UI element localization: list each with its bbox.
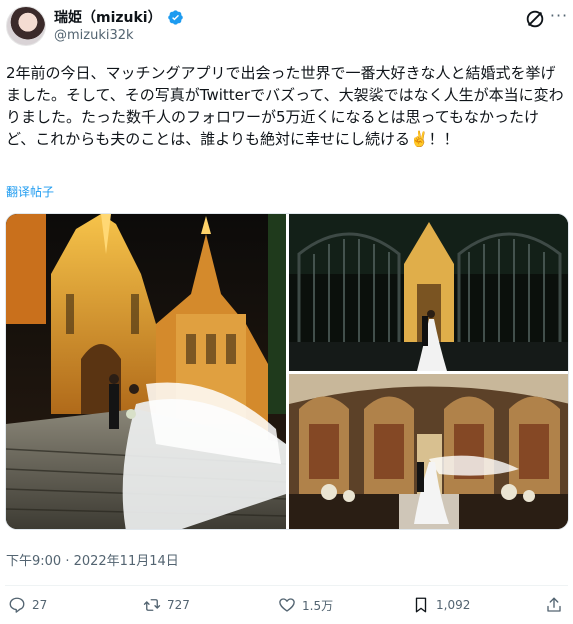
avatar[interactable] — [6, 6, 46, 46]
verified-badge-icon — [167, 9, 183, 25]
grok-icon[interactable] — [524, 8, 546, 30]
like-count: 1.5万 — [302, 598, 334, 613]
tweet-media-grid — [5, 213, 569, 530]
tweet-actions-bar: 27 727 1.5万 1,092 — [0, 596, 573, 624]
tweet-text: 2年前の今日、マッチングアプリで出会った世界で一番大好きな人と結婚式を挙げました… — [6, 64, 564, 148]
cathedral-steps-photo[interactable] — [6, 214, 286, 529]
author-name-row: 瑞姫（mizuki） — [54, 7, 184, 27]
translate-post-link[interactable]: 翻译帖子 — [6, 183, 54, 200]
tweet-timestamp[interactable]: 下午9:00 · 2022年11月14日 — [6, 550, 179, 569]
tweet-header: 瑞姫（mizuki） @mizuki32k ··· — [0, 0, 573, 52]
reply-icon — [9, 597, 25, 613]
like-button[interactable]: 1.5万 — [278, 596, 333, 614]
author-display-name[interactable]: 瑞姫（mizuki） — [54, 7, 162, 27]
bookmark-count: 1,092 — [436, 598, 471, 612]
retweet-count: 727 — [167, 598, 190, 612]
reply-count: 27 — [32, 598, 48, 612]
retweet-button[interactable]: 727 — [143, 596, 190, 614]
bookmark-icon — [415, 597, 427, 613]
author-handle[interactable]: @mizuki32k — [54, 28, 134, 43]
share-icon — [547, 597, 561, 612]
retweet-icon — [143, 599, 161, 611]
more-options-icon[interactable]: ··· — [548, 6, 570, 28]
share-button[interactable] — [545, 596, 563, 614]
heart-icon — [279, 598, 295, 612]
chapel-interior-photo[interactable] — [289, 374, 568, 529]
divider — [5, 585, 568, 586]
bookmark-button[interactable]: 1,092 — [412, 596, 470, 614]
gate-photo[interactable] — [289, 214, 568, 371]
reply-button[interactable]: 27 — [8, 596, 47, 614]
